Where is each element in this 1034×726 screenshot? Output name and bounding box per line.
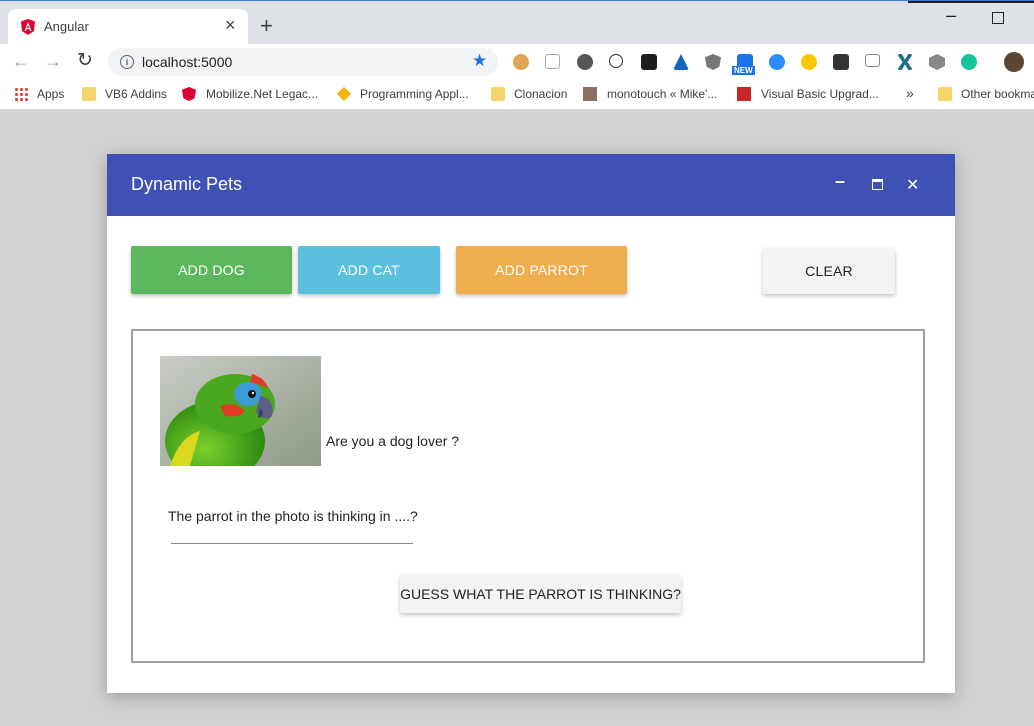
minimize-dialog-icon[interactable]: – <box>835 171 845 192</box>
recycle-extension-icon[interactable] <box>609 54 623 68</box>
info-icon[interactable]: i <box>120 55 134 69</box>
selenium-extension-icon[interactable] <box>833 54 849 70</box>
tab-title: Angular <box>44 19 89 34</box>
puzzle-extension-icon[interactable] <box>545 54 560 69</box>
browser-tab-strip: Angular × + – <box>0 0 1034 45</box>
zoom-extension-icon[interactable] <box>769 54 785 70</box>
guess-button[interactable]: GUESS WHAT THE PARROT IS THINKING? <box>400 575 681 613</box>
reload-icon[interactable]: ↻ <box>77 51 93 70</box>
question-text: Are you a dog lover ? <box>326 433 460 449</box>
cookie-extension-icon[interactable] <box>513 54 529 70</box>
cube-extension-icon[interactable] <box>929 54 945 70</box>
new-badge: NEW <box>732 66 755 75</box>
bookmark-other[interactable]: Other bookmarks <box>961 87 1034 101</box>
browser-tab[interactable]: Angular × <box>8 9 248 45</box>
angular-extension-icon[interactable] <box>705 54 721 70</box>
x-extension-icon[interactable] <box>897 54 913 70</box>
dynamic-pets-dialog: Dynamic Pets – ✕ ADD DOG ADD CAT ADD PAR… <box>107 154 955 693</box>
address-bar[interactable]: i localhost:5000 ★ <box>108 48 498 76</box>
person-bookmark-icon <box>583 87 597 101</box>
close-dialog-icon[interactable]: ✕ <box>906 175 919 195</box>
apps-grid-icon <box>14 87 28 101</box>
window-extension-icon[interactable] <box>865 54 880 67</box>
diamond-bookmark-icon <box>337 87 351 101</box>
bookmark-clonacion[interactable]: Clonacion <box>514 87 567 101</box>
dialog-header: Dynamic Pets – ✕ <box>107 154 955 216</box>
thinking-label: The parrot in the photo is thinking in .… <box>168 508 418 524</box>
folder-icon <box>82 87 96 101</box>
add-cat-button[interactable]: ADD CAT <box>298 246 440 294</box>
forward-arrow-icon[interactable]: → <box>44 52 62 70</box>
profile-avatar[interactable] <box>1004 52 1024 72</box>
bookmark-vb6-addins[interactable]: VB6 Addins <box>105 87 167 101</box>
bookmark-mobilize[interactable]: Mobilize.Net Legac... <box>206 87 318 101</box>
folder-icon <box>491 87 505 101</box>
back-arrow-icon[interactable]: ← <box>12 52 30 70</box>
more-bookmarks-chevron-icon[interactable]: » <box>906 85 914 101</box>
maximize-window-icon[interactable] <box>992 12 1004 24</box>
folder-icon <box>938 87 952 101</box>
angular-logo-icon <box>21 19 35 35</box>
add-parrot-button[interactable]: ADD PARROT <box>456 246 627 294</box>
browser-toolbar: ← → ↻ i localhost:5000 ★ NEW <box>0 44 1034 80</box>
url-text: localhost:5000 <box>142 54 233 70</box>
moon-extension-icon[interactable] <box>801 54 817 70</box>
terminal-extension-icon[interactable] <box>641 54 657 70</box>
grammarly-extension-icon[interactable] <box>961 54 977 70</box>
maximize-dialog-icon[interactable] <box>872 179 883 190</box>
bookmark-monotouch[interactable]: monotouch « Mike'... <box>607 87 717 101</box>
answer-input[interactable] <box>171 527 413 544</box>
new-tab-icon[interactable]: + <box>260 15 273 37</box>
clear-button[interactable]: CLEAR <box>763 248 895 294</box>
bookmark-programming[interactable]: Programming Appl... <box>360 87 469 101</box>
close-tab-icon[interactable]: × <box>225 16 236 34</box>
window-edge <box>908 1 1034 3</box>
add-dog-button[interactable]: ADD DOG <box>131 246 292 294</box>
bookmark-visual-basic[interactable]: Visual Basic Upgrad... <box>761 87 879 101</box>
bookmark-apps[interactable]: Apps <box>37 87 64 101</box>
dialog-title: Dynamic Pets <box>131 174 243 194</box>
parrot-image <box>160 356 321 466</box>
circle-extension-icon[interactable] <box>577 54 593 70</box>
angular-bookmark-icon <box>182 87 196 101</box>
a-extension-icon[interactable] <box>673 54 689 70</box>
chart-bookmark-icon <box>737 87 751 101</box>
bookmark-star-icon[interactable]: ★ <box>472 51 487 71</box>
minimize-window-icon[interactable]: – <box>946 5 956 26</box>
bookmarks-bar: Apps VB6 Addins Mobilize.Net Legac... Pr… <box>0 80 1034 110</box>
pet-container: Are you a dog lover ? The parrot in the … <box>131 329 925 663</box>
